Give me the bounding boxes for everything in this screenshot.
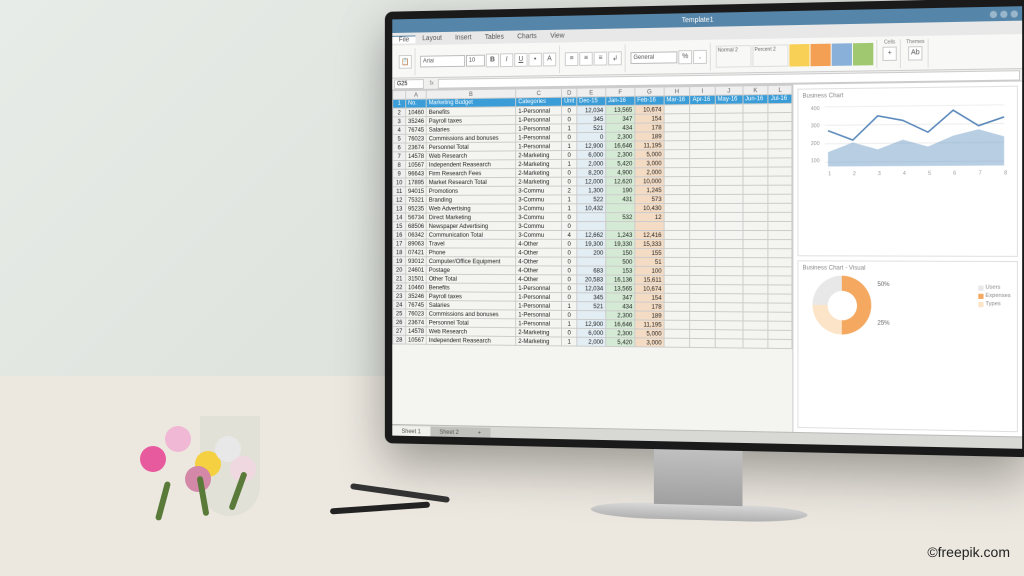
- pie-label-50: 50%: [877, 282, 889, 288]
- svg-text:8: 8: [1004, 170, 1007, 176]
- spreadsheet-app: Template1 File Layout Insert Tables Char…: [392, 6, 1022, 449]
- font-select[interactable]: Arial: [420, 55, 465, 67]
- paste-icon[interactable]: 📋: [399, 54, 412, 68]
- style-normal2[interactable]: Normal 2: [716, 45, 752, 68]
- col-header[interactable]: E: [577, 88, 606, 97]
- accent-blue[interactable]: [832, 43, 852, 66]
- minimize-icon[interactable]: [990, 10, 997, 17]
- number-format-select[interactable]: General: [630, 51, 677, 64]
- credit-text: ©freepik.com: [927, 544, 1010, 560]
- svg-text:6: 6: [953, 170, 956, 176]
- font-color-icon[interactable]: A: [543, 52, 556, 66]
- svg-text:200: 200: [811, 141, 820, 147]
- maximize-icon[interactable]: [1000, 10, 1007, 17]
- accent-green[interactable]: [853, 42, 873, 65]
- pie-chart: Business Chart - Visual 50% 25% Users Ex…: [797, 260, 1018, 432]
- col-header[interactable]: H: [664, 87, 690, 96]
- svg-text:4: 4: [903, 171, 906, 177]
- col-header[interactable]: J: [715, 86, 742, 95]
- svg-text:5: 5: [928, 170, 931, 176]
- fontsize-select[interactable]: 10: [466, 54, 485, 66]
- align-left-icon[interactable]: ≡: [565, 52, 578, 66]
- col-header[interactable]: A: [406, 90, 427, 99]
- tab-add[interactable]: +: [468, 427, 490, 439]
- insert-cell-icon[interactable]: +: [882, 46, 896, 61]
- col-header[interactable]: G: [635, 87, 664, 96]
- svg-text:1: 1: [828, 171, 831, 177]
- col-header[interactable]: F: [606, 87, 635, 96]
- align-center-icon[interactable]: ≡: [579, 51, 592, 65]
- underline-icon[interactable]: U: [514, 52, 527, 66]
- menu-insert[interactable]: Insert: [448, 34, 478, 41]
- menu-charts[interactable]: Charts: [510, 33, 543, 41]
- col-header[interactable]: L: [768, 85, 792, 94]
- align-right-icon[interactable]: ≡: [594, 51, 608, 65]
- table-row[interactable]: 1606342Communication Total3-Commu412,662…: [393, 230, 792, 239]
- window-title: Template1: [682, 16, 714, 24]
- pie-legend: Users Expenses Types: [978, 282, 1010, 309]
- accent-yellow[interactable]: [789, 44, 809, 67]
- italic-icon[interactable]: I: [500, 53, 513, 67]
- themes-icon[interactable]: Ab: [908, 46, 922, 61]
- percent-icon[interactable]: %: [678, 50, 692, 64]
- chart-title: Business Chart: [802, 91, 1012, 100]
- close-icon[interactable]: [1011, 10, 1018, 17]
- svg-text:400: 400: [811, 106, 820, 112]
- svg-text:2: 2: [853, 171, 856, 177]
- tab-sheet1[interactable]: Sheet 1: [392, 425, 430, 437]
- svg-text:300: 300: [811, 123, 820, 129]
- line-chart: Business Chart 400 300 200 100 1 2 3 4 5 6 7 8: [797, 86, 1018, 257]
- cell-reference[interactable]: G25: [394, 79, 424, 89]
- menu-tables[interactable]: Tables: [478, 34, 510, 41]
- wrap-icon[interactable]: ↲: [608, 51, 622, 65]
- table-row[interactable]: 1456734Direct Marketing3-Commu053212: [393, 212, 792, 221]
- style-percent2[interactable]: Percent 2: [752, 44, 788, 67]
- comma-icon[interactable]: ,: [693, 49, 707, 63]
- col-header[interactable]: K: [743, 86, 769, 95]
- menu-layout[interactable]: Layout: [416, 35, 449, 42]
- accent-orange[interactable]: [811, 43, 831, 66]
- cells-label: Cells: [884, 39, 895, 45]
- svg-text:3: 3: [878, 171, 881, 177]
- spreadsheet-grid[interactable]: ABCDEFGHIJKL1No.Marketing BudgetCategori…: [392, 85, 792, 432]
- themes-label: Themes: [906, 38, 925, 44]
- menu-file[interactable]: File: [392, 35, 415, 43]
- svg-text:100: 100: [811, 158, 820, 164]
- monitor: Template1 File Layout Insert Tables Char…: [385, 0, 1024, 457]
- col-header[interactable]: [393, 91, 406, 100]
- pie-title: Business Chart - Visual: [802, 265, 1012, 272]
- col-header[interactable]: I: [690, 86, 715, 95]
- table-row[interactable]: 1568506Newspaper Advertising3-Commu0: [393, 221, 792, 230]
- tab-sheet2[interactable]: Sheet 2: [430, 426, 468, 438]
- svg-text:7: 7: [979, 170, 982, 176]
- bold-icon[interactable]: B: [486, 53, 499, 67]
- fx-icon[interactable]: fx: [426, 80, 438, 86]
- donut-icon: [813, 276, 872, 335]
- line-chart-svg: 400 300 200 100 1 2 3 4 5 6 7 8: [802, 99, 1012, 177]
- menu-view[interactable]: View: [543, 32, 571, 39]
- col-header[interactable]: D: [562, 88, 577, 97]
- fill-color-icon[interactable]: ▪: [528, 52, 541, 66]
- pie-label-25: 25%: [877, 321, 889, 327]
